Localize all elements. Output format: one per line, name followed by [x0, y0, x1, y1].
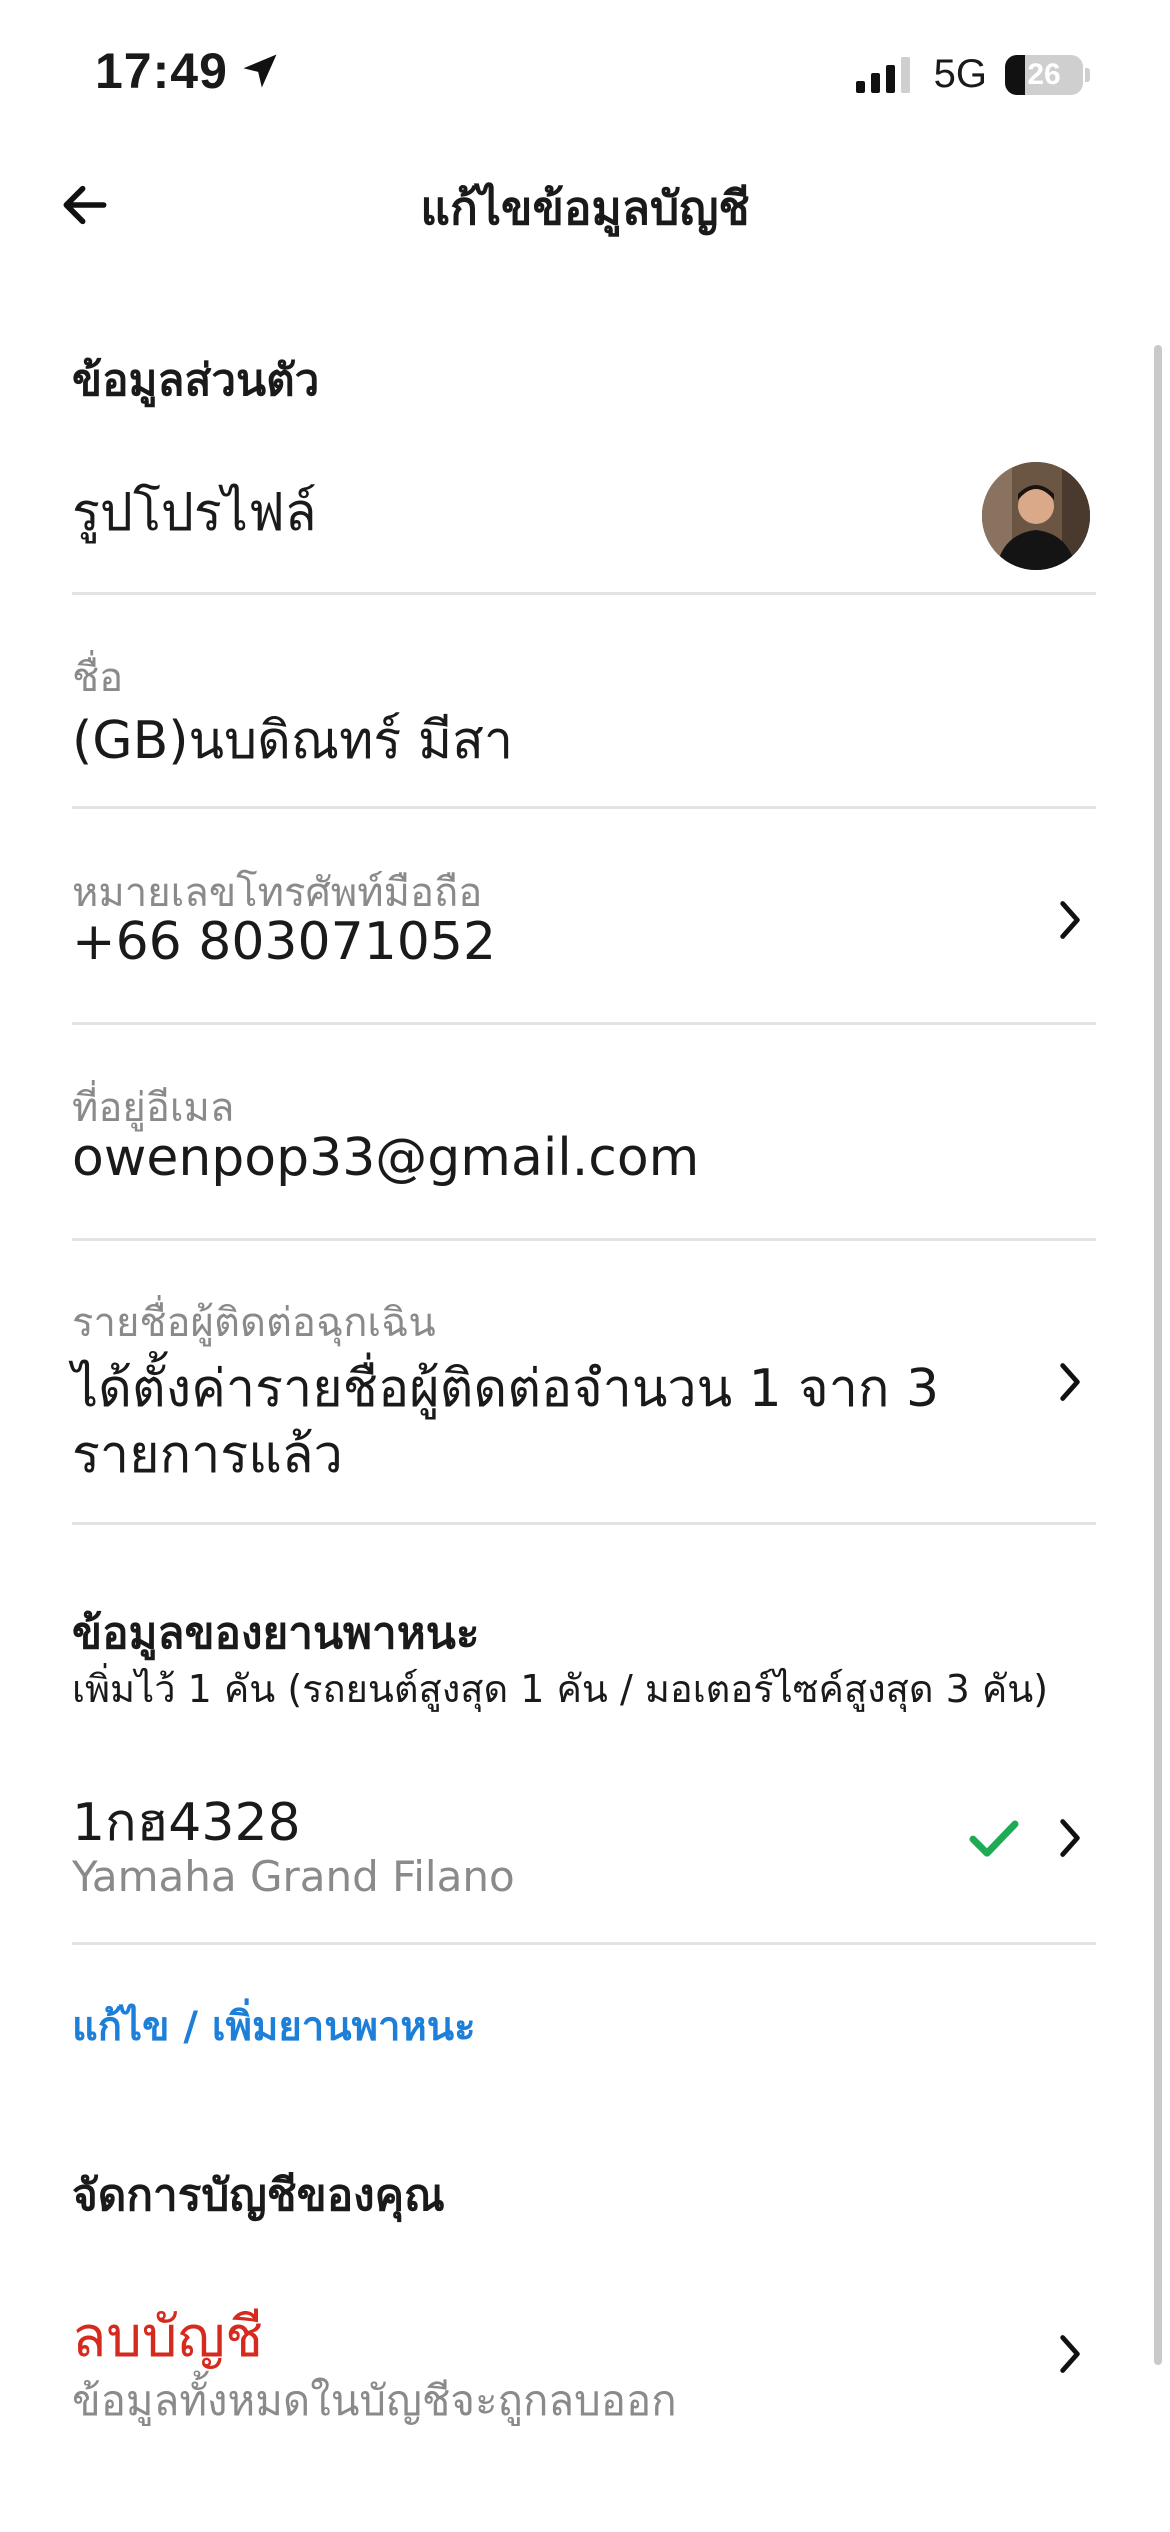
battery-percent: 26 — [1027, 57, 1061, 91]
chevron-right-icon — [1060, 2335, 1080, 2373]
divider — [72, 592, 1096, 595]
avatar-image — [982, 462, 1090, 570]
status-time-text: 17:49 — [95, 43, 228, 99]
avatar[interactable] — [982, 462, 1090, 570]
divider — [72, 1522, 1096, 1525]
delete-chevron[interactable] — [1050, 2324, 1090, 2384]
divider — [72, 1022, 1096, 1025]
location-arrow-icon — [243, 54, 277, 88]
phone-value: +66 803071052 — [72, 912, 497, 972]
battery-icon: 26 — [1005, 54, 1083, 95]
divider — [72, 806, 1096, 809]
vehicle-model: Yamaha Grand Filano — [72, 1852, 515, 1901]
status-bar-time: 17:49 — [95, 42, 282, 100]
delete-account-subtext: ข้อมูลทั้งหมดในบัญชีจะถูกลบออก — [72, 2376, 677, 2425]
network-type: 5G — [933, 52, 987, 96]
status-bar-right: 5G 26 — [855, 52, 1090, 97]
chevron-right-icon — [1060, 1819, 1080, 1857]
profile-photo-label: รูปโปรไฟล์ — [72, 483, 317, 543]
email-value: owenpop33@gmail.com — [72, 1128, 700, 1188]
edit-add-vehicle-link[interactable]: แก้ไข / เพิ่มยานพาหนะ — [72, 1994, 476, 2058]
divider — [72, 1238, 1096, 1241]
chevron-right-icon — [1060, 901, 1080, 939]
emergency-label: รายชื่อผู้ติดต่อฉุกเฉิน — [72, 1300, 436, 1346]
vehicle-chevron[interactable] — [1050, 1808, 1090, 1868]
verified-check — [966, 1810, 1022, 1866]
chevron-right-icon — [1060, 1363, 1080, 1401]
vehicle-plate: 1กฮ4328 — [72, 1793, 301, 1853]
signal-bars-icon — [855, 56, 910, 93]
battery-cap — [1085, 67, 1090, 82]
vehicle-subheading: เพิ่มไว้ 1 คัน (รถยนต์สูงสุด 1 คัน / มอเ… — [72, 1667, 1049, 1711]
emergency-chevron[interactable] — [1050, 1352, 1090, 1412]
name-value: (GB)นบดิณทร์ มีสา — [72, 711, 514, 771]
phone-chevron[interactable] — [1050, 890, 1090, 950]
divider — [72, 1942, 1096, 1945]
check-icon — [969, 1820, 1019, 1857]
manage-account-heading: จัดการบัญชีของคุณ — [72, 2170, 445, 2221]
emergency-value-line2: รายการแล้ว — [72, 1425, 343, 1485]
personal-info-heading: ข้อมูลส่วนตัว — [72, 355, 320, 406]
page-title: แก้ไขข้อมูลบัญชี — [420, 181, 750, 235]
